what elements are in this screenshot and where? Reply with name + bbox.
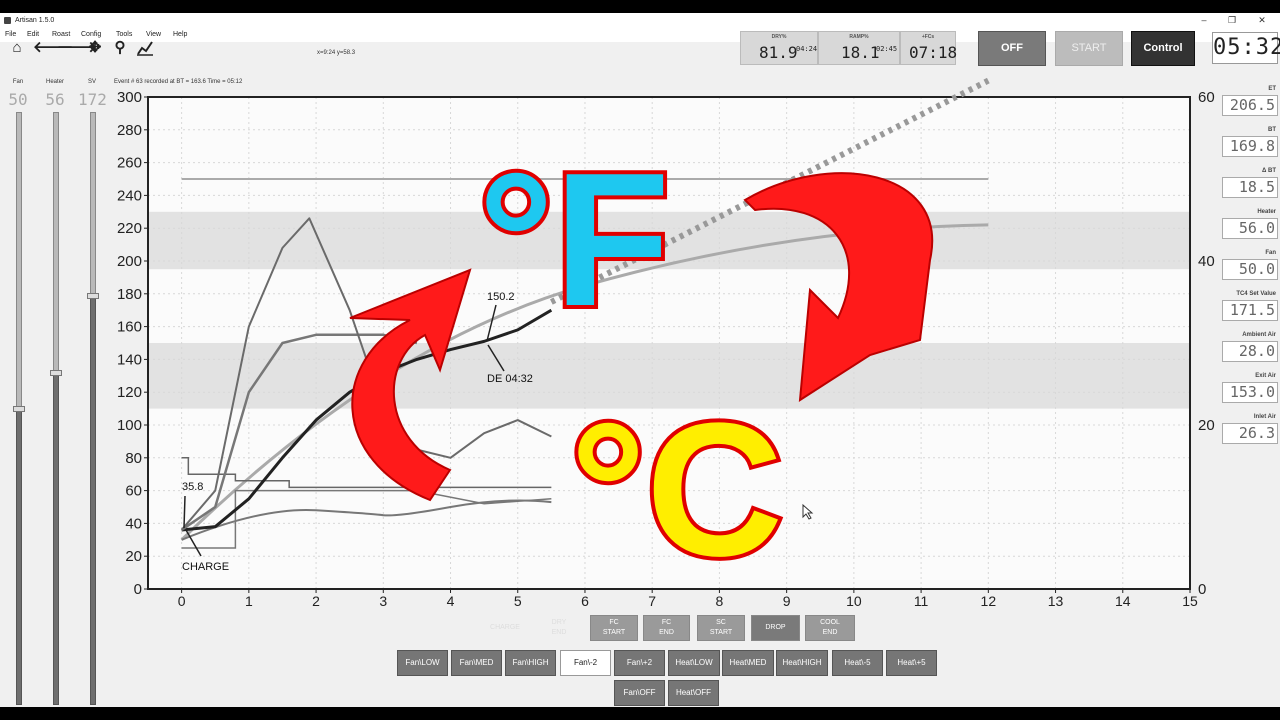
y2-tick-label: 40: [1198, 253, 1215, 270]
x-tick-label: 1: [245, 593, 253, 609]
event-button-row2[interactable]: Heat\LOW: [668, 650, 720, 676]
y-tick-label: 220: [117, 220, 142, 237]
event-button-drop[interactable]: DROP: [751, 615, 800, 641]
y-tick-label: 20: [125, 548, 142, 565]
x-tick-label: 4: [447, 593, 455, 609]
y-tick-label: 80: [125, 450, 142, 467]
event-button-row2[interactable]: Heat\+5: [886, 650, 937, 676]
x-tick-label: 12: [981, 593, 997, 609]
y2-tick-label: 0: [1198, 581, 1206, 598]
x-tick-label: 10: [846, 593, 862, 609]
x-tick-label: 5: [514, 593, 522, 609]
x-tick-label: 15: [1182, 593, 1198, 609]
x-tick-label: 0: [178, 593, 186, 609]
event-button-cool-end[interactable]: COOL END: [805, 615, 855, 641]
event-button-row2[interactable]: Fan\-2: [560, 650, 611, 676]
event-button-dry-end[interactable]: DRY END: [542, 616, 576, 640]
x-tick-label: 11: [914, 593, 929, 609]
y-tick-label: 240: [117, 187, 142, 204]
event-button-row3[interactable]: Fan\OFF: [614, 680, 665, 706]
y-tick-label: 200: [117, 253, 142, 270]
event-button-fc-start[interactable]: FC START: [590, 615, 638, 641]
event-button-sc-start[interactable]: SC START: [697, 615, 745, 641]
annotation-label: 35.8: [182, 481, 203, 493]
celsius-symbol: °C: [570, 384, 783, 596]
y-tick-label: 300: [117, 89, 142, 106]
y-tick-label: 140: [117, 351, 142, 368]
fahrenheit-symbol: °F: [478, 134, 670, 346]
x-tick-label: 2: [312, 593, 320, 609]
event-button-row2[interactable]: Heat\HIGH: [776, 650, 828, 676]
event-button-row2[interactable]: Fan\LOW: [397, 650, 448, 676]
event-button-row2[interactable]: Fan\MED: [451, 650, 502, 676]
y-tick-label: 120: [117, 384, 142, 401]
event-button-row2[interactable]: Fan\HIGH: [505, 650, 556, 676]
x-tick-label: 9: [783, 593, 791, 609]
y-tick-label: 160: [117, 319, 142, 336]
event-button-row3[interactable]: Heat\OFF: [668, 680, 719, 706]
annotation-label: DE 04:32: [487, 373, 533, 385]
annotation-label: CHARGE: [182, 561, 229, 573]
event-button-row2[interactable]: Heat\-5: [832, 650, 883, 676]
x-tick-label: 14: [1115, 593, 1131, 609]
x-tick-label: 3: [379, 593, 387, 609]
roast-chart[interactable]: 0204060801001201401601802002202402602803…: [0, 0, 1280, 720]
annotation-pointer: [183, 495, 186, 529]
event-button-fc-end[interactable]: FC END: [643, 615, 690, 641]
event-button-charge[interactable]: CHARGE: [483, 616, 527, 640]
y-tick-label: 260: [117, 155, 142, 172]
y-tick-label: 0: [134, 581, 142, 598]
y-tick-label: 60: [125, 483, 142, 500]
y-tick-label: 180: [117, 286, 142, 303]
event-button-row2[interactable]: Fan\+2: [614, 650, 665, 676]
y-tick-label: 280: [117, 122, 142, 139]
y-tick-label: 100: [117, 417, 142, 434]
y-tick-label: 40: [125, 515, 142, 532]
x-tick-label: 13: [1048, 593, 1064, 609]
y2-tick-label: 20: [1198, 417, 1215, 434]
y2-tick-label: 60: [1198, 89, 1215, 106]
event-button-row2[interactable]: Heat\MED: [722, 650, 774, 676]
